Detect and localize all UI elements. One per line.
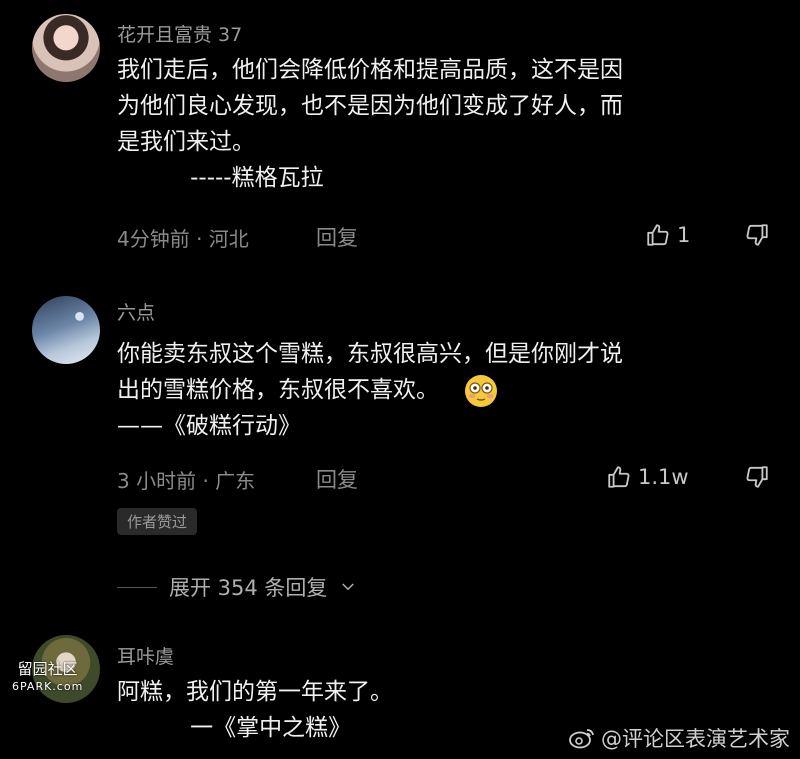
watermark-text: @评论区表演艺术家: [601, 727, 790, 751]
like-button[interactable]: 1.1w: [606, 464, 689, 490]
thumbs-down-icon: [746, 466, 768, 488]
comment-line: ——《破糕行动》: [117, 413, 301, 439]
site-watermark: 留园社区 6PARK.com: [12, 660, 83, 696]
weibo-logo-icon: [569, 729, 594, 749]
comment-text: 阿糕，我们的第一年来了。 一《掌中之糕》: [117, 674, 393, 746]
avatar[interactable]: [32, 296, 100, 364]
comment-line: 为他们良心发现，也不是因为他们变成了好人，而: [117, 93, 623, 119]
like-count: 1.1w: [638, 465, 689, 489]
username[interactable]: 耳咔虞: [117, 642, 174, 669]
thumbs-up-icon: [608, 466, 630, 488]
weibo-watermark: @评论区表演艺术家: [569, 723, 790, 753]
comment-line: 一《掌中之糕》: [117, 715, 352, 741]
comment-line: 是我们来过。: [117, 129, 255, 155]
comment-line: -----糕格瓦拉: [117, 165, 324, 191]
like-button[interactable]: 1: [645, 222, 690, 248]
avatar[interactable]: [32, 14, 100, 82]
reply-button[interactable]: 回复: [316, 464, 358, 494]
dislike-button[interactable]: [744, 222, 770, 248]
comment-line: 出的雪糕价格，东叔很不喜欢。: [117, 377, 439, 403]
thumbs-down-icon: [746, 224, 768, 246]
comment-line: 阿糕，我们的第一年来了。: [117, 679, 393, 705]
watermark-text: 6PARK.com: [12, 680, 84, 693]
flushed-face-icon: [464, 374, 498, 408]
chevron-down-icon: [342, 583, 355, 591]
author-liked-badge: 作者赞过: [117, 508, 198, 535]
thumbs-up-icon: [647, 224, 669, 246]
expand-replies-label: 展开 354 条回复: [169, 576, 328, 600]
comment-time-location: 3 小时前 · 广东: [117, 469, 256, 493]
like-count: 1: [677, 223, 691, 247]
comment-line-with-emoji: 出的雪糕价格，东叔很不喜欢。: [117, 372, 623, 408]
comment-text: 我们走后，他们会降低价格和提高品质，这不是因 为他们良心发现，也不是因为他们变成…: [117, 52, 623, 196]
username[interactable]: 花开且富贵 37: [117, 20, 242, 47]
comment-time-location: 4分钟前 · 河北: [117, 227, 249, 251]
username[interactable]: 六点: [117, 298, 155, 325]
comment-text: 你能卖东叔这个雪糕，东叔很高兴，但是你刚才说 出的雪糕价格，东叔很不喜欢。 ——…: [117, 336, 623, 444]
expand-replies-button[interactable]: 展开 354 条回复: [117, 572, 357, 602]
reply-button[interactable]: 回复: [316, 222, 358, 252]
comment-line: 你能卖东叔这个雪糕，东叔很高兴，但是你刚才说: [117, 341, 623, 367]
divider: [117, 586, 157, 588]
dislike-button[interactable]: [744, 464, 770, 490]
comment-line: 我们走后，他们会降低价格和提高品质，这不是因: [117, 57, 623, 83]
watermark-text: 留园社区: [17, 660, 78, 678]
